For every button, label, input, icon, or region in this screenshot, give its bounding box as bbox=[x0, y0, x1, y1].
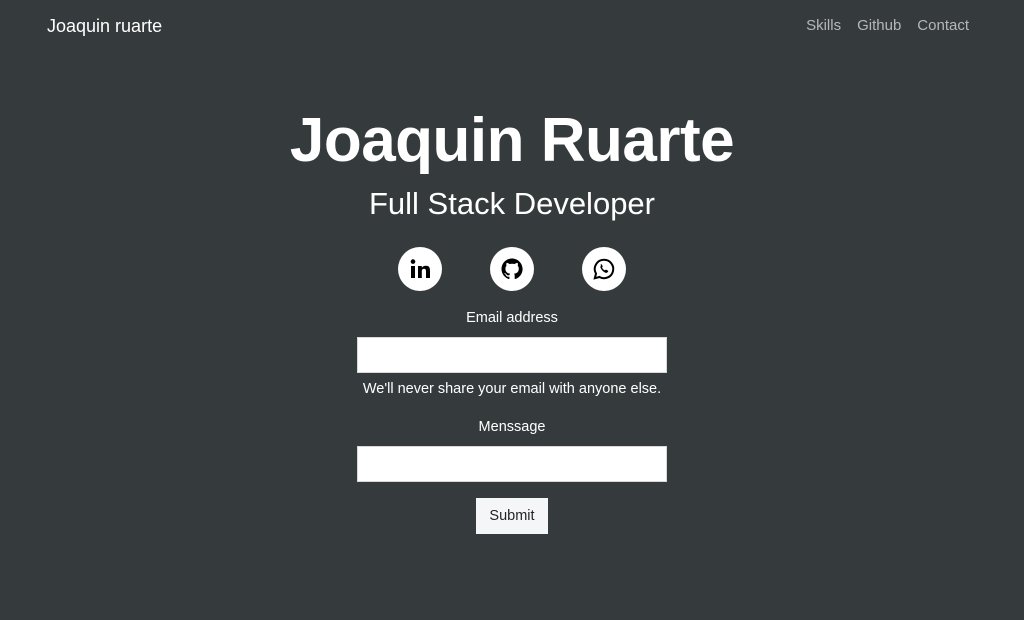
linkedin-icon bbox=[408, 257, 432, 281]
linkedin-link[interactable] bbox=[398, 247, 442, 291]
navbar: Joaquin ruarte Skills Github Contact bbox=[0, 0, 1024, 52]
hero-name: Joaquin Ruarte bbox=[289, 106, 735, 175]
submit-button[interactable]: Submit bbox=[476, 498, 548, 534]
github-link[interactable] bbox=[490, 247, 534, 291]
message-label: Menssage bbox=[478, 419, 546, 435]
email-label: Email address bbox=[466, 310, 558, 326]
nav-link-contact[interactable]: Contact bbox=[917, 16, 969, 36]
brand-link[interactable]: Joaquin ruarte bbox=[47, 14, 162, 38]
social-links bbox=[398, 247, 626, 291]
nav-link-skills[interactable]: Skills bbox=[806, 16, 841, 36]
nav-link-github[interactable]: Github bbox=[857, 16, 901, 36]
message-field[interactable] bbox=[357, 446, 667, 482]
email-field[interactable] bbox=[357, 337, 667, 373]
whatsapp-icon bbox=[592, 257, 616, 281]
whatsapp-link[interactable] bbox=[582, 247, 626, 291]
email-help-text: We'll never share your email with anyone… bbox=[362, 381, 662, 397]
hero-role: Full Stack Developer bbox=[368, 186, 655, 221]
nav-links: Skills Github Contact bbox=[806, 16, 969, 36]
github-icon bbox=[500, 257, 524, 281]
